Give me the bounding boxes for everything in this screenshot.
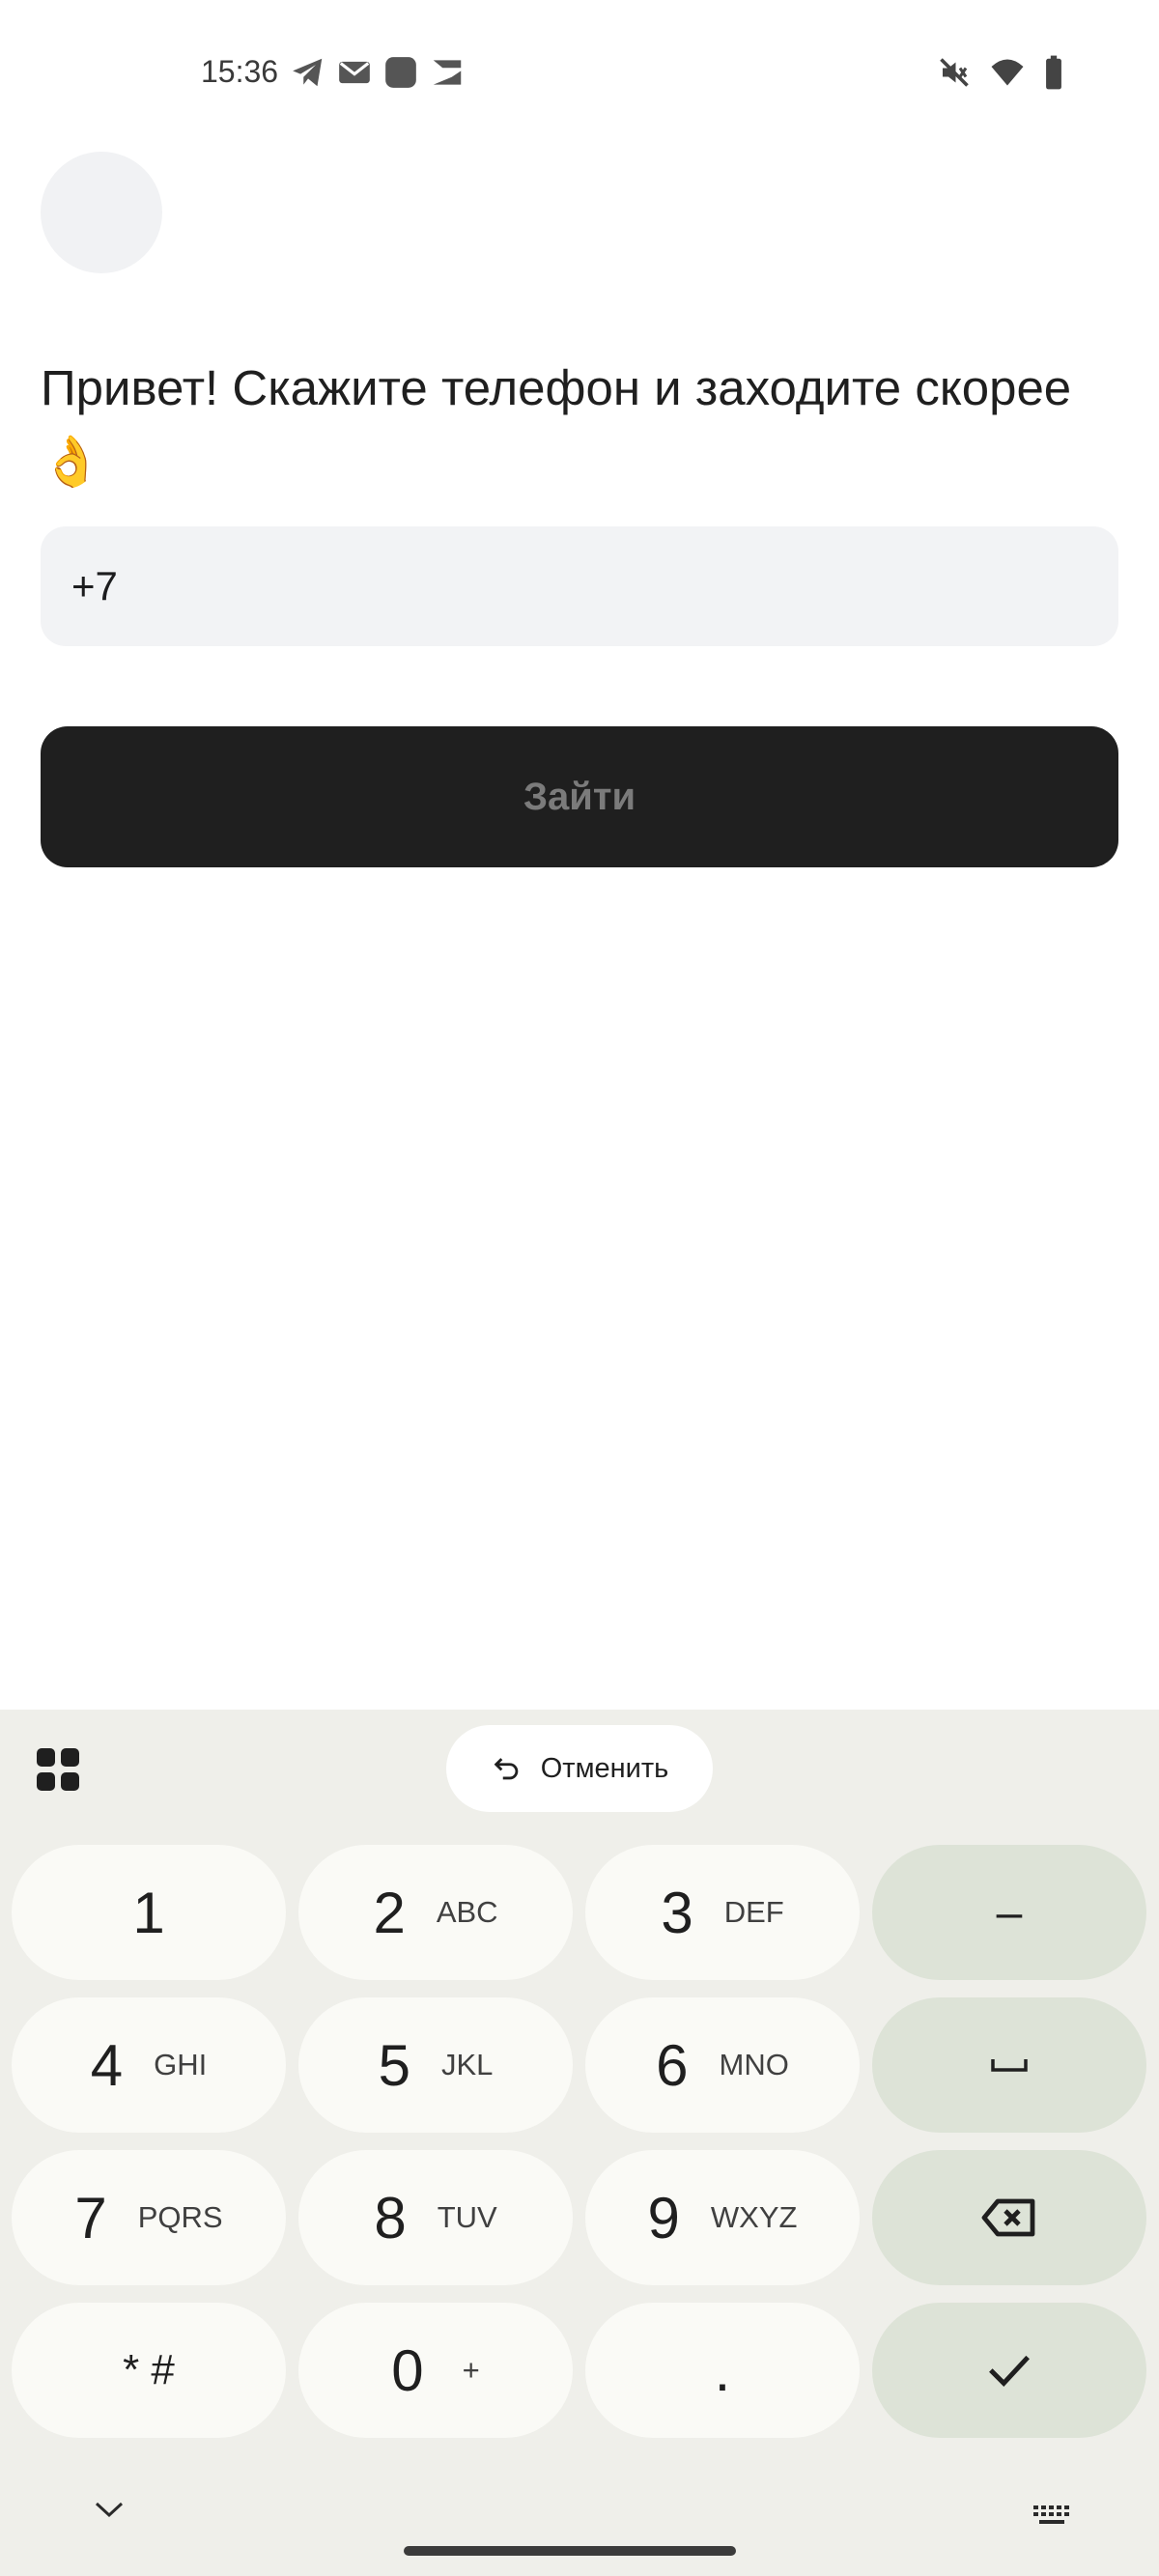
battery-icon xyxy=(1043,54,1064,96)
key-letters: WXYZ xyxy=(710,2200,798,2234)
phone-field[interactable] xyxy=(41,526,1118,646)
wifi-icon xyxy=(989,55,1026,95)
login-button[interactable]: Зайти xyxy=(41,726,1118,867)
key-9[interactable]: 9 WXYZ xyxy=(585,2150,860,2285)
key-letters: MNO xyxy=(719,2048,789,2081)
app-square-icon xyxy=(382,54,419,91)
key-minus[interactable]: – xyxy=(872,1845,1146,1980)
key-backspace[interactable] xyxy=(872,2150,1146,2285)
key-main: – xyxy=(996,1886,1023,1939)
key-main: . xyxy=(714,2337,731,2403)
key-main: 2 xyxy=(373,1880,406,1945)
key-6[interactable]: 6 MNO xyxy=(585,1997,860,2133)
mail-icon xyxy=(336,54,373,91)
key-main: 4 xyxy=(90,2032,124,2098)
key-0[interactable]: 0 + xyxy=(298,2303,573,2438)
key-letters: GHI xyxy=(154,2048,208,2081)
key-main: 1 xyxy=(132,1880,165,1945)
key-1[interactable]: 1 xyxy=(12,1845,286,1980)
key-2[interactable]: 2 ABC xyxy=(298,1845,573,1980)
backspace-icon xyxy=(981,2198,1035,2237)
key-7[interactable]: 7 PQRS xyxy=(12,2150,286,2285)
status-time: 15:36 xyxy=(201,54,279,89)
avatar xyxy=(41,152,162,273)
key-main: 6 xyxy=(656,2032,689,2098)
key-letters: DEF xyxy=(723,1895,784,1929)
key-3[interactable]: 3 DEF xyxy=(585,1845,860,1980)
key-letters: JKL xyxy=(440,2048,494,2081)
key-main: 9 xyxy=(647,2185,680,2250)
notification-icons xyxy=(290,54,466,91)
telegram-icon xyxy=(290,54,326,91)
system-icons xyxy=(937,54,1064,96)
undo-button[interactable]: Отменить xyxy=(446,1725,713,1812)
key-letters: TUV xyxy=(437,2200,497,2234)
check-icon xyxy=(989,2355,1030,2388)
key-done[interactable] xyxy=(872,2303,1146,2438)
key-star-hash[interactable]: * # xyxy=(12,2303,286,2438)
space-icon xyxy=(991,2059,1028,2072)
key-8[interactable]: 8 TUV xyxy=(298,2150,573,2285)
apps-grid-icon[interactable] xyxy=(37,1748,79,1791)
key-main: 0 xyxy=(391,2337,424,2403)
greeting-title: Привет! Скажите телефон и заходите скоре… xyxy=(41,360,1072,489)
navigation-handle[interactable] xyxy=(404,2546,736,2556)
key-main: * # xyxy=(123,2346,175,2393)
key-5[interactable]: 5 JKL xyxy=(298,1997,573,2133)
key-main: 3 xyxy=(661,1880,693,1945)
key-main: 5 xyxy=(378,2032,410,2098)
numeric-keyboard: Отменить xyxy=(0,1710,1159,2576)
status-bar: 15:36 xyxy=(0,0,1159,145)
app-logo-icon xyxy=(429,54,466,91)
key-letters: ABC xyxy=(436,1895,498,1929)
key-space[interactable] xyxy=(872,1997,1146,2133)
key-dot[interactable]: . xyxy=(585,2303,860,2438)
mute-icon xyxy=(937,55,972,95)
key-4[interactable]: 4 GHI xyxy=(12,1997,286,2133)
keyboard-switch-icon[interactable] xyxy=(1032,2504,1074,2532)
undo-label: Отменить xyxy=(540,1752,669,1784)
key-letters: + xyxy=(462,2353,480,2387)
undo-icon xyxy=(494,1758,518,1780)
key-letters: PQRS xyxy=(137,2200,223,2234)
key-main: 7 xyxy=(74,2185,107,2250)
hide-keyboard-chevron-down-icon[interactable] xyxy=(93,2500,126,2524)
phone-input[interactable] xyxy=(71,563,1118,609)
key-main: 8 xyxy=(374,2185,407,2250)
